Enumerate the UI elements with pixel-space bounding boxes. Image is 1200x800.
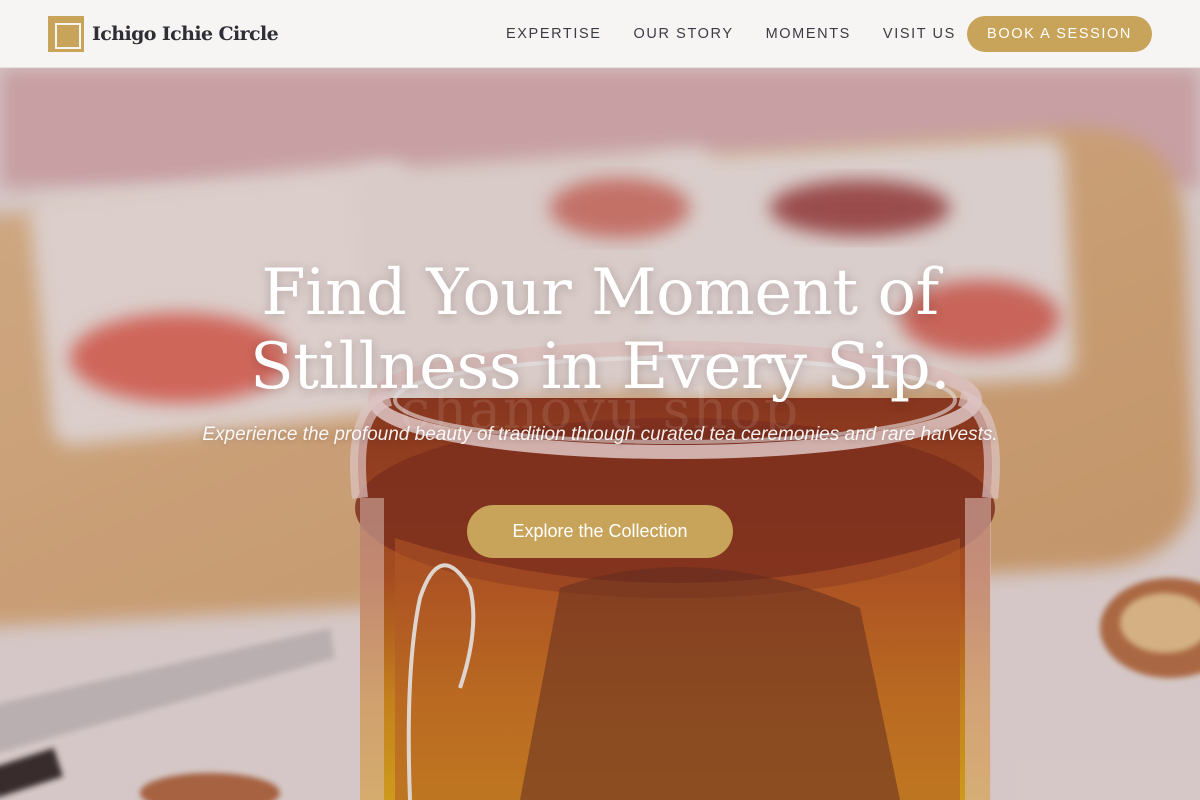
brand-name: Ichigo Ichie Circle [92, 23, 279, 45]
hero-section: chanoyu shop Find Your Moment of Stillne… [0, 68, 1200, 800]
site-header: Ichigo Ichie Circle EXPERTISE OUR STORY … [0, 0, 1200, 68]
logo-square-icon [48, 16, 84, 52]
hero-subtitle: Experience the profound beauty of tradit… [202, 424, 998, 445]
brand-logo[interactable]: Ichigo Ichie Circle [48, 16, 279, 52]
nav-link-expertise[interactable]: EXPERTISE [506, 26, 602, 42]
main-nav: EXPERTISE OUR STORY MOMENTS VISIT US [506, 0, 956, 68]
hero-title: Find Your Moment of Stillness in Every S… [150, 256, 1050, 404]
explore-collection-button[interactable]: Explore the Collection [467, 505, 733, 558]
hero-title-line-2: Stillness in Every Sip. [249, 330, 951, 404]
nav-link-moments[interactable]: MOMENTS [766, 26, 851, 42]
nav-link-visit-us[interactable]: VISIT US [883, 26, 956, 42]
nav-link-our-story[interactable]: OUR STORY [634, 26, 734, 42]
book-session-button[interactable]: BOOK A SESSION [967, 16, 1152, 52]
hero-title-line-1: Find Your Moment of [261, 256, 939, 330]
